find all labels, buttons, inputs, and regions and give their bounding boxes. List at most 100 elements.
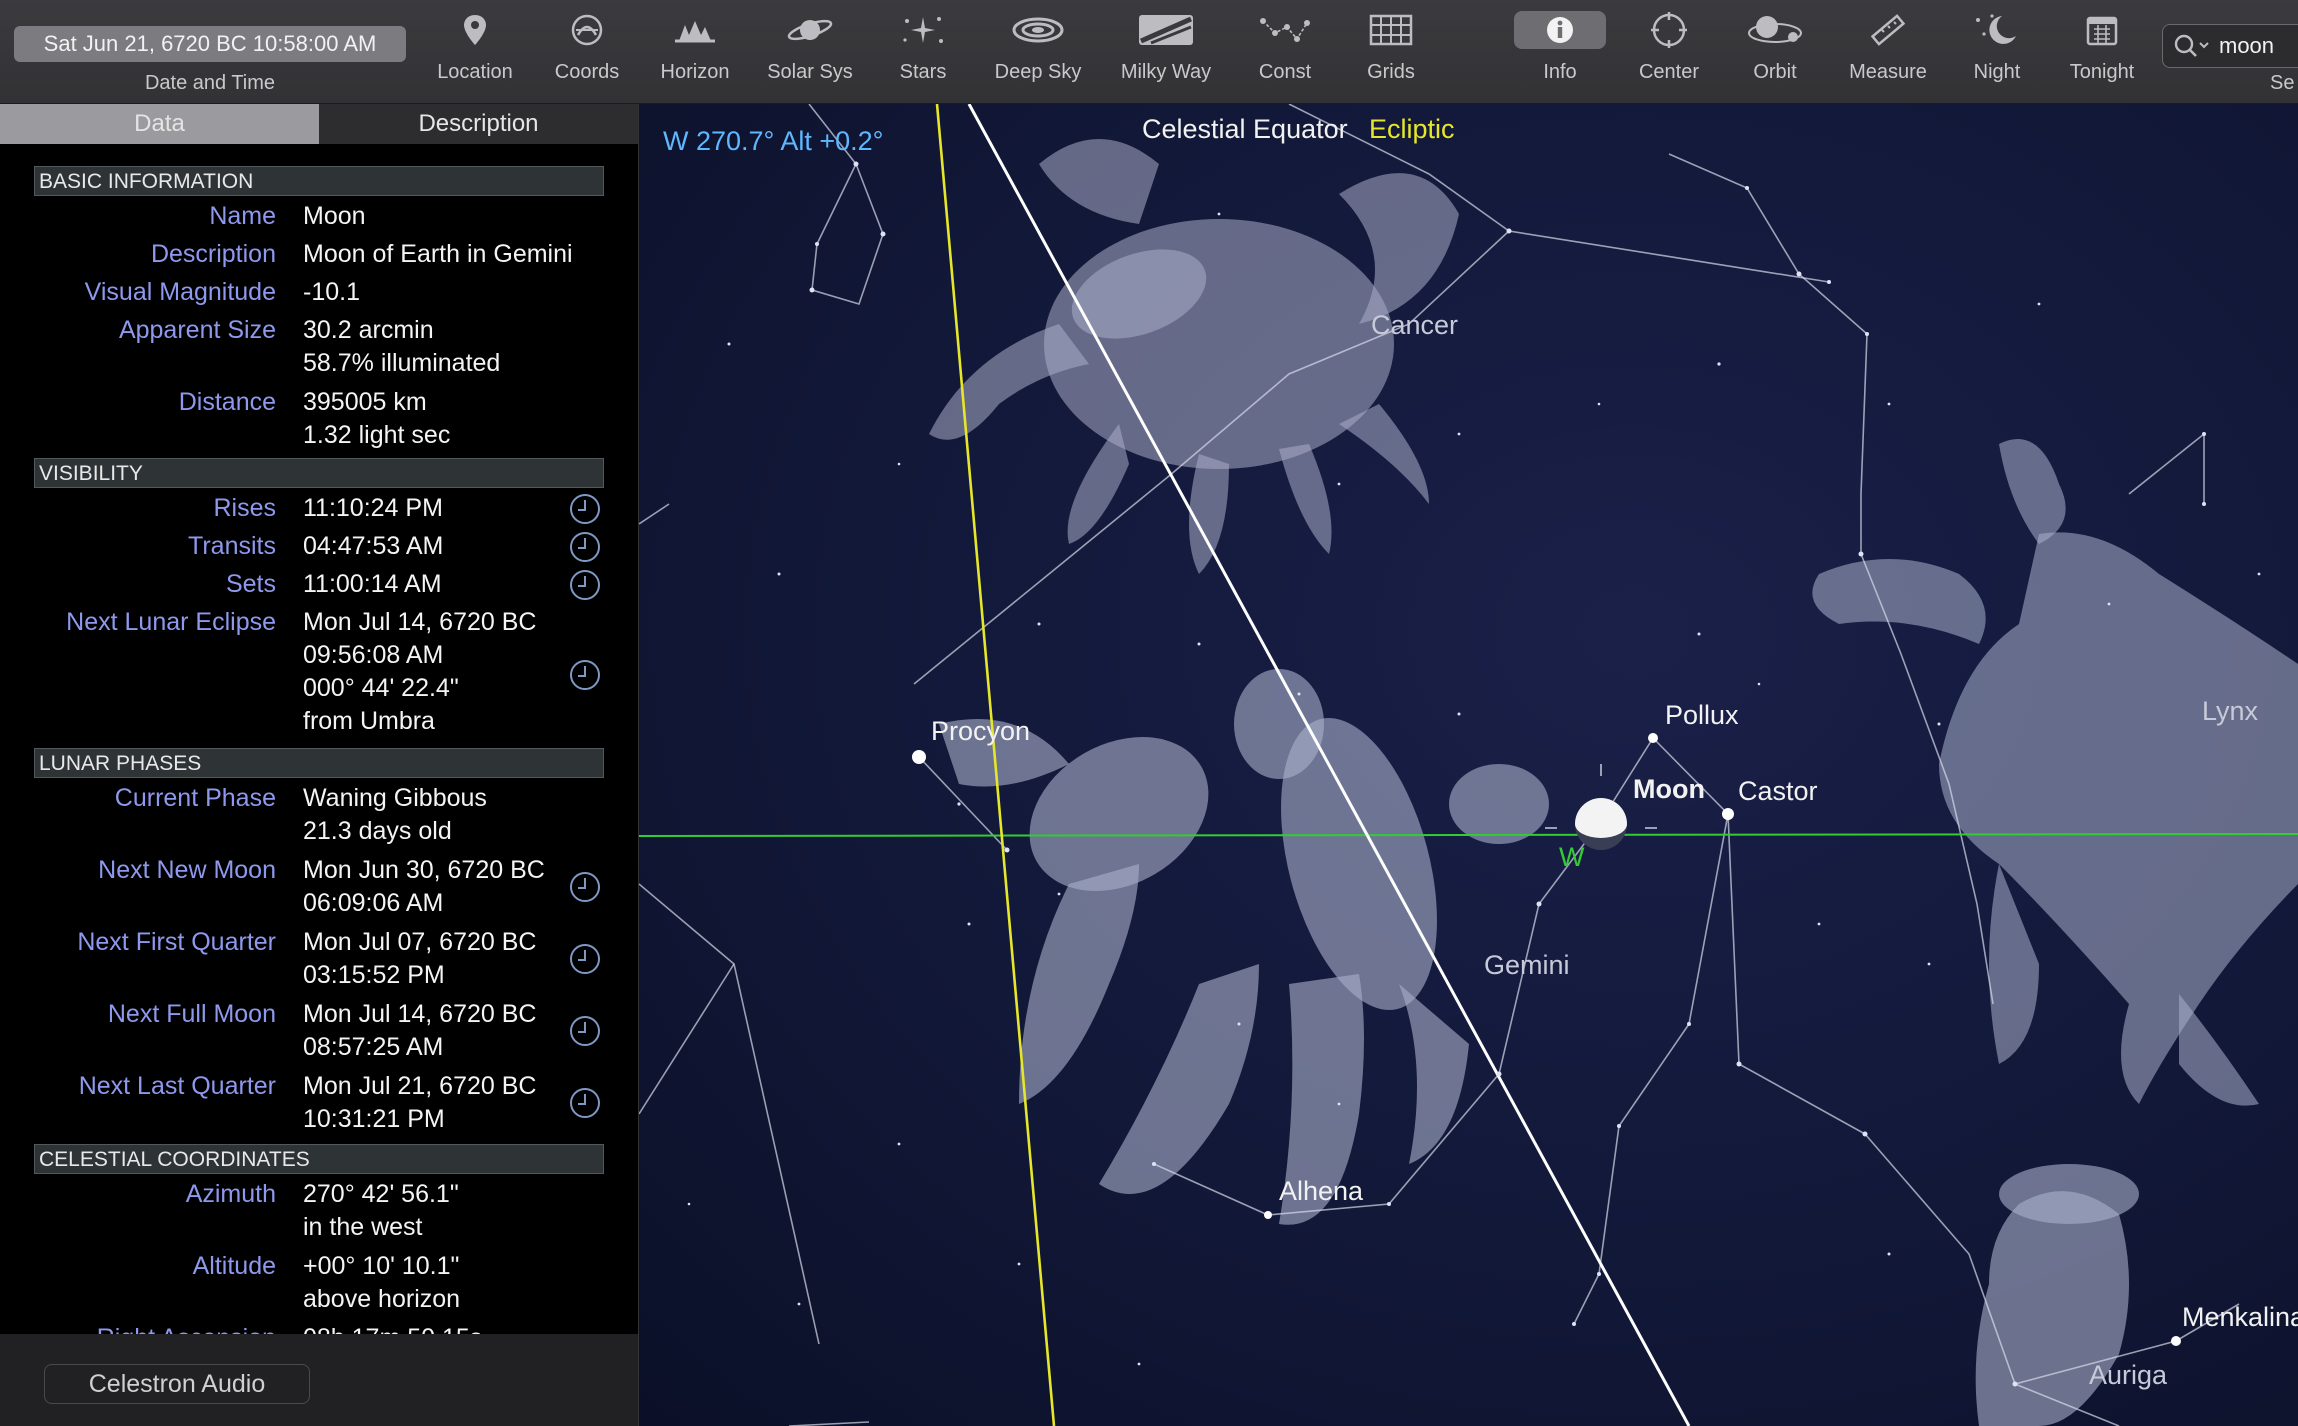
horizon-button[interactable]: Horizon: [656, 0, 734, 103]
lunar-eclipse-clock-icon[interactable]: [570, 660, 600, 690]
rises-label: Rises: [213, 494, 276, 522]
section-lunar-phases: LUNAR PHASES: [34, 748, 604, 778]
const-label: Const: [1258, 61, 1312, 83]
new-moon-label: Next New Moon: [98, 856, 276, 884]
section-basic-information: BASIC INFORMATION: [34, 166, 604, 196]
grids-label: Grids: [1367, 61, 1415, 83]
coords-icon: [570, 0, 604, 60]
milky-way-label: Milky Way: [1120, 61, 1212, 83]
field-star: [1297, 692, 1301, 696]
field-star: [1817, 922, 1821, 926]
tab-description[interactable]: Description: [319, 104, 638, 144]
procyon-label: Procyon: [931, 716, 1031, 746]
new-moon-clock-icon[interactable]: [570, 872, 600, 902]
milky-way-icon: [1137, 0, 1195, 60]
search-input[interactable]: moon: [2219, 33, 2274, 59]
first-quarter-clock-icon[interactable]: [570, 944, 600, 974]
crosshair-icon: [1649, 0, 1689, 60]
last-quarter-clock-icon[interactable]: [570, 1088, 600, 1118]
panel-tabs: Data Description: [0, 104, 638, 144]
transits-clock-icon[interactable]: [570, 532, 600, 562]
search-field[interactable]: moon: [2162, 24, 2298, 68]
field-star: [777, 572, 781, 576]
grids-button[interactable]: Grids: [1356, 0, 1426, 103]
datetime-field[interactable]: Sat Jun 21, 6720 BC 10:58:00 AM: [14, 26, 406, 62]
info-button[interactable]: Info: [1514, 0, 1606, 103]
info-list[interactable]: BASIC INFORMATION Name Moon Description …: [0, 144, 638, 1334]
stars-button[interactable]: Stars: [890, 0, 956, 103]
field-star: [1536, 901, 1542, 907]
right-ascension-label: Right Ascension: [0, 1322, 276, 1334]
field-star: [1757, 682, 1761, 686]
milky-way-button[interactable]: Milky Way: [1116, 0, 1216, 103]
field-star: [1457, 712, 1461, 716]
menkalinan-star[interactable]: [2171, 1336, 2181, 1346]
new-moon-value: Mon Jun 30, 6720 BC 06:09:06 AM: [303, 856, 545, 917]
measure-label: Measure: [1849, 61, 1927, 83]
sky-chart: [639, 104, 2298, 1426]
field-star: [1057, 892, 1061, 896]
field-star: [809, 287, 815, 293]
constellation-icon: [1259, 0, 1311, 60]
field-star: [967, 922, 971, 926]
description-label: Description: [150, 240, 276, 268]
field-star: [797, 1302, 801, 1306]
castor-star[interactable]: [1722, 808, 1734, 820]
rises-clock-icon[interactable]: [570, 494, 600, 524]
transits-label: Transits: [188, 532, 276, 560]
search-label: Se: [2270, 72, 2295, 94]
rises-value: 11:10:24 PM: [303, 494, 443, 522]
ecliptic-label: Ecliptic: [1369, 114, 1455, 144]
info-label: Info: [1543, 61, 1577, 83]
section-celestial-coordinates: CELESTIAL COORDINATES: [34, 1144, 604, 1174]
night-button[interactable]: Night: [1962, 0, 2032, 103]
full-moon-label: Next Full Moon: [107, 1000, 276, 1028]
tab-data[interactable]: Data: [0, 104, 319, 144]
procyon-star[interactable]: [912, 750, 926, 764]
night-label: Night: [1973, 61, 2021, 83]
field-star: [880, 231, 886, 237]
tonight-button[interactable]: Tonight: [2062, 0, 2142, 103]
location-label: Location: [437, 61, 513, 83]
alhena-label: Alhena: [1279, 1176, 1364, 1206]
field-star: [1717, 362, 1721, 366]
apparent-size-label: Apparent Size: [118, 316, 276, 344]
gemini-artwork: [939, 669, 1549, 1225]
galaxy-icon: [1012, 0, 1064, 60]
location-button[interactable]: Location: [437, 0, 513, 103]
center-button[interactable]: Center: [1632, 0, 1706, 103]
sets-clock-icon[interactable]: [570, 570, 600, 600]
current-phase-value: Waning Gibbous 21.3 days old: [303, 784, 487, 845]
orbit-label: Orbit: [1753, 61, 1797, 83]
const-button[interactable]: Const: [1252, 0, 1318, 103]
menkalinan-label: Menkalinan: [2182, 1302, 2298, 1332]
field-star: [1496, 1071, 1502, 1077]
alhena-star[interactable]: [1264, 1211, 1272, 1219]
lynx-artwork: [1812, 439, 2298, 1106]
pointer-readout: W 270.7° Alt +0.2°: [663, 126, 884, 156]
field-star: [1506, 228, 1512, 234]
first-quarter-value: Mon Jul 07, 6720 BC 03:15:52 PM: [303, 928, 537, 989]
azimuth-label: Azimuth: [185, 1180, 276, 1208]
sky-view[interactable]: W 270.7° Alt +0.2° Celestial Equator Ecl…: [639, 104, 2298, 1426]
orbit-button[interactable]: Orbit: [1740, 0, 1810, 103]
pollux-star[interactable]: [1648, 733, 1658, 743]
field-star: [815, 242, 819, 246]
full-moon-clock-icon[interactable]: [570, 1016, 600, 1046]
deep-sky-button[interactable]: Deep Sky: [990, 0, 1086, 103]
magnitude-value: -10.1: [303, 278, 360, 306]
coords-button[interactable]: Coords: [552, 0, 622, 103]
field-star: [1572, 1322, 1576, 1326]
field-star: [687, 1202, 691, 1206]
field-star: [1197, 642, 1201, 646]
measure-button[interactable]: Measure: [1840, 0, 1936, 103]
field-star: [2037, 302, 2041, 306]
pollux-label: Pollux: [1665, 700, 1739, 730]
field-star: [2257, 572, 2261, 576]
transits-value: 04:47:53 AM: [303, 532, 444, 560]
celestron-audio-button[interactable]: Celestron Audio: [44, 1364, 310, 1404]
cancer-label: Cancer: [1371, 310, 1459, 340]
solar-sys-button[interactable]: Solar Sys: [764, 0, 856, 103]
lunar-eclipse-value: Mon Jul 14, 6720 BC 09:56:08 AM 000° 44'…: [303, 608, 537, 735]
field-star: [1827, 280, 1831, 284]
